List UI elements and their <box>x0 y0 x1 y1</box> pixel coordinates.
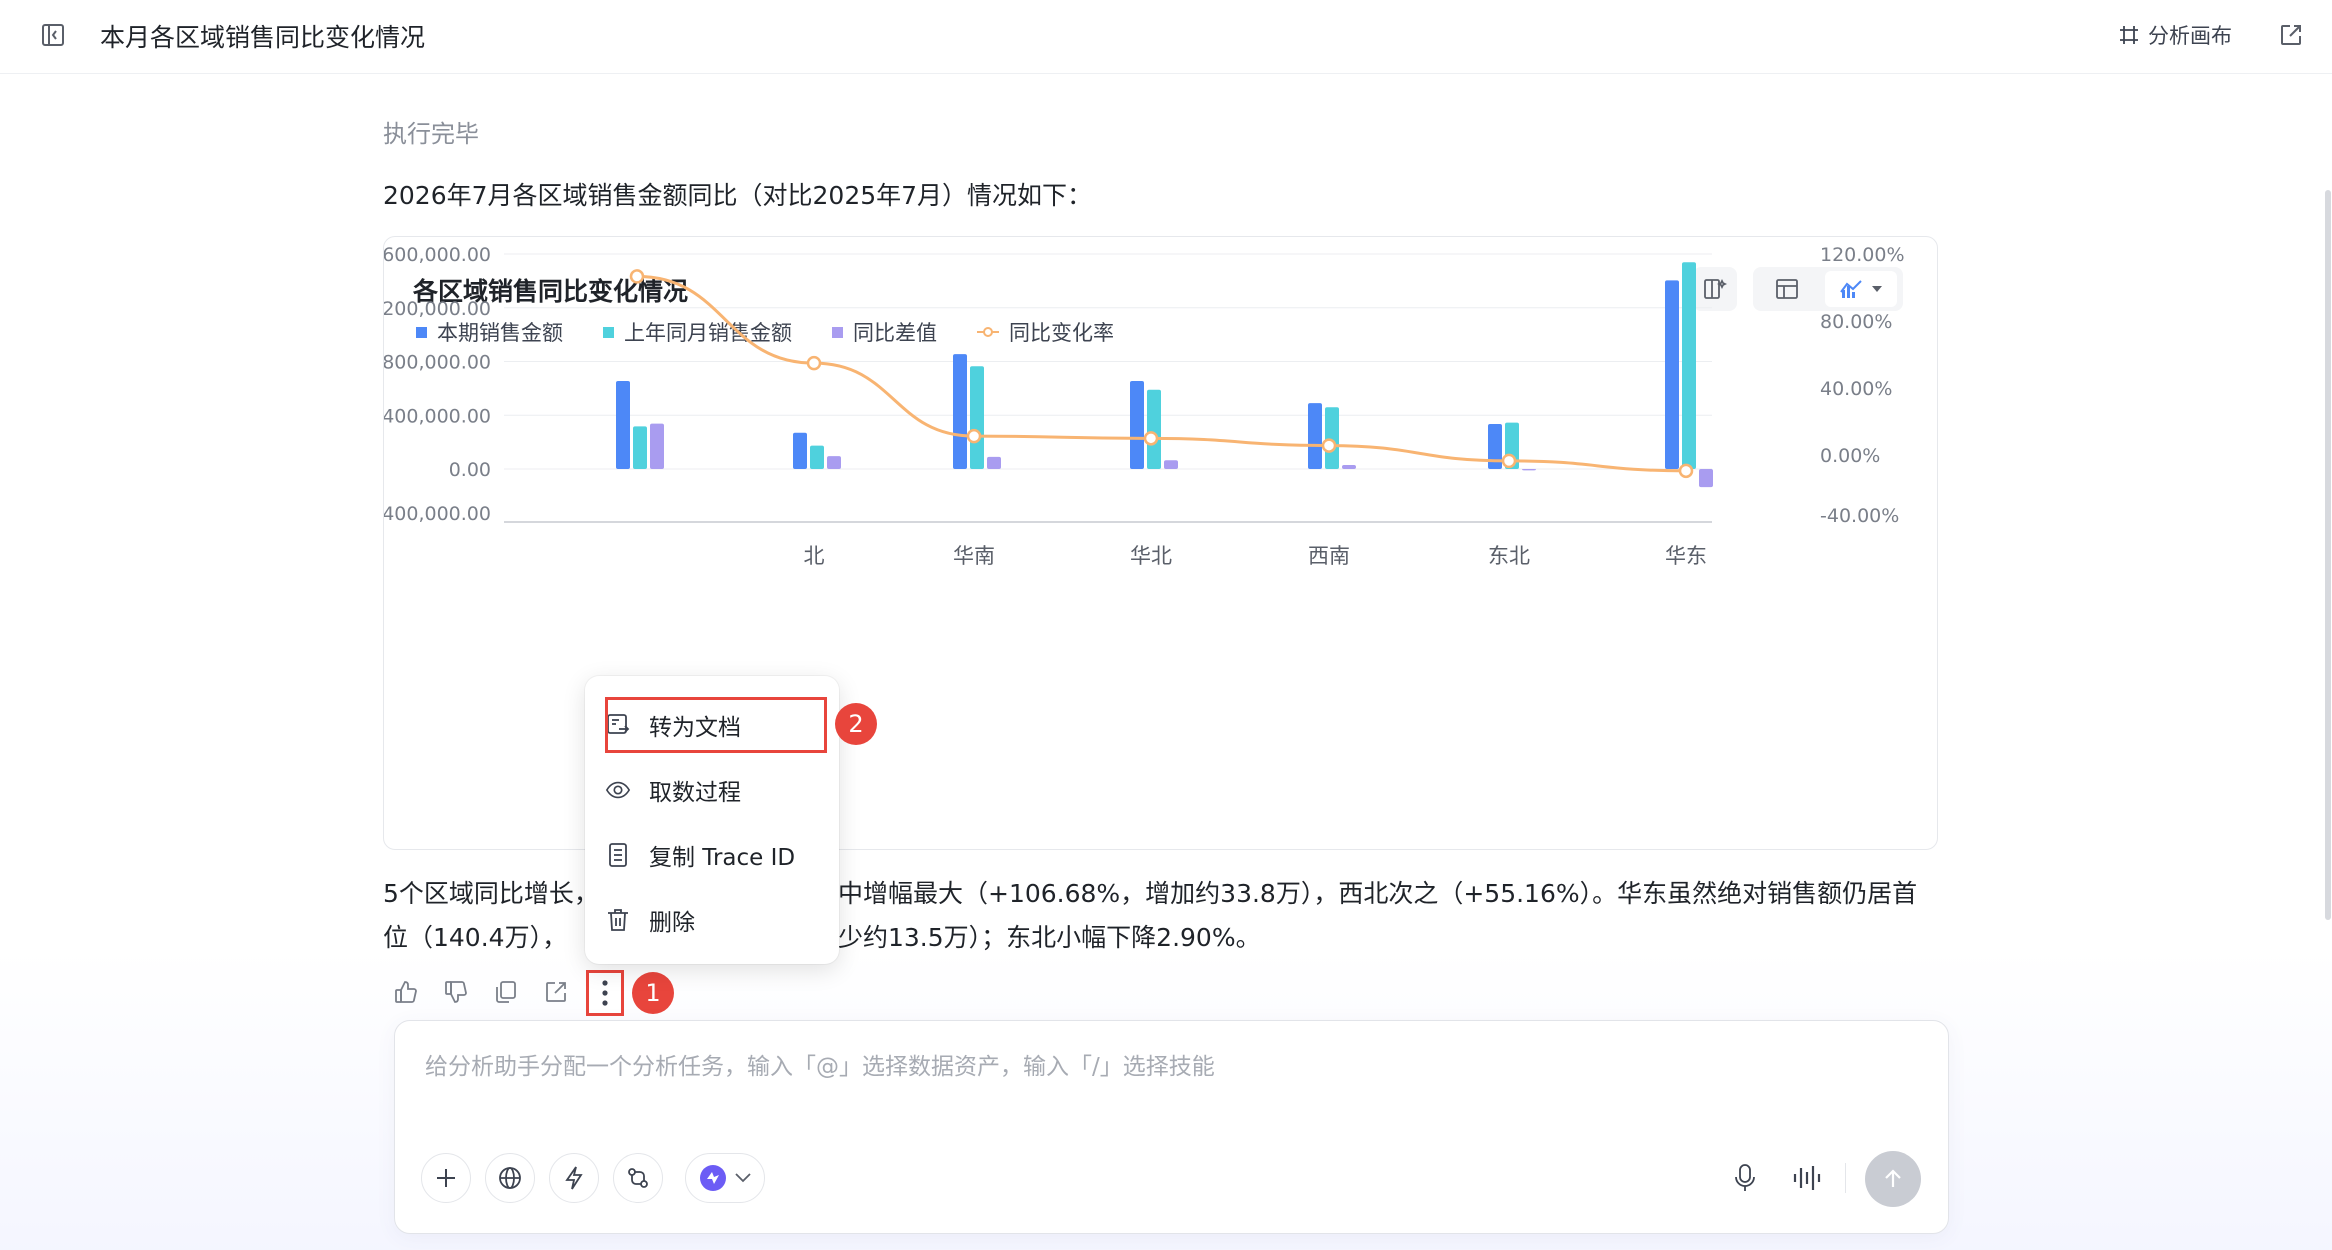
line-point <box>629 269 645 284</box>
analysis-canvas-label: 分析画布 <box>2148 24 2232 48</box>
menu-item-label: 删除 <box>649 910 695 936</box>
quick-action-button[interactable] <box>549 1153 599 1203</box>
y-tick-label-left: 800,000.00 <box>384 352 491 374</box>
menu-item-label: 复制 Trace ID <box>649 845 796 871</box>
bar <box>970 366 984 469</box>
eye-icon <box>605 777 631 803</box>
bar <box>1308 403 1322 469</box>
intro-text: 2026年7月各区域销售金额同比（对比2025年7月）情况如下： <box>383 181 1093 210</box>
message-actions <box>390 976 572 1008</box>
y-tick-label-right: 40.00% <box>1820 378 1892 400</box>
bar <box>1665 280 1679 469</box>
web-search-button[interactable] <box>485 1153 535 1203</box>
input-divider <box>1845 1163 1846 1193</box>
top-header: 本月各区域销售同比变化情况 分析画布 <box>0 0 2332 74</box>
x-tick-label: 北 <box>804 544 825 568</box>
x-tick-label: 华北 <box>1130 544 1172 568</box>
line-point <box>966 428 982 444</box>
bar <box>1164 460 1178 469</box>
canvas-icon <box>2120 26 2138 44</box>
bar <box>810 445 824 469</box>
lightning-icon <box>565 1166 583 1190</box>
globe-icon <box>499 1167 521 1189</box>
x-tick-label: 华南 <box>953 544 995 568</box>
step-badge-1: 1 <box>632 972 674 1014</box>
page-title: 本月各区域销售同比变化情况 <box>100 23 426 52</box>
bar <box>1147 389 1161 469</box>
bar <box>1699 469 1713 488</box>
step-badge-2: 2 <box>835 703 877 745</box>
line-point <box>1678 463 1694 479</box>
model-logo-icon <box>700 1165 726 1191</box>
bar <box>633 426 647 469</box>
voice-wave-icon[interactable] <box>1788 1158 1828 1198</box>
x-tick-label: 华东 <box>1665 544 1707 568</box>
bar <box>1130 380 1144 469</box>
copy-list-icon <box>605 842 631 868</box>
bar <box>953 354 967 469</box>
line-point <box>806 355 822 371</box>
copy-icon[interactable] <box>490 976 522 1008</box>
bar <box>1325 407 1339 469</box>
thumbs-up-icon[interactable] <box>390 976 422 1008</box>
chat-input[interactable]: 给分析助手分配一个分析任务，输入「@」选择数据资产，输入「/」选择技能 <box>425 1047 1215 1081</box>
bar <box>1342 464 1356 469</box>
analysis-line1-right: 中增幅最大（+106.68%，增加约33.8万），西北次之（+55.16%）。华… <box>838 879 1918 908</box>
y-tick-label-right: 80.00% <box>1820 311 1892 333</box>
bar <box>793 432 807 469</box>
bar <box>650 423 664 469</box>
microphone-icon[interactable] <box>1725 1158 1765 1198</box>
analysis-canvas-button[interactable]: 分析画布 <box>2118 20 2232 50</box>
x-tick-label: 西南 <box>1308 544 1350 568</box>
plus-icon <box>437 1169 455 1187</box>
bar <box>1682 262 1696 469</box>
menu-item-label: 取数过程 <box>649 780 741 806</box>
menu-item-delete[interactable]: 删除 <box>605 892 819 948</box>
chevron-down-icon <box>735 1173 751 1183</box>
workflow-button[interactable] <box>613 1153 663 1203</box>
share-icon[interactable] <box>540 976 572 1008</box>
y-tick-label-right: -40.00% <box>1820 505 1899 527</box>
menu-item-fetch-process[interactable]: 取数过程 <box>605 762 819 818</box>
bar <box>827 456 841 469</box>
y-tick-label-right: 0.00% <box>1820 445 1880 467</box>
y-tick-label-left: -400,000.00 <box>384 503 491 525</box>
line-point <box>1321 438 1337 453</box>
sidebar-toggle-icon[interactable] <box>38 20 68 50</box>
analysis-line2-right: 少约13.5万）；东北小幅下降2.90%。 <box>838 923 1261 952</box>
bar <box>1522 469 1536 471</box>
trash-icon <box>605 907 631 933</box>
x-tick-label: 东北 <box>1488 544 1530 568</box>
page-scrollbar[interactable] <box>2325 190 2331 920</box>
chat-input-box: 给分析助手分配一个分析任务，输入「@」选择数据资产，输入「/」选择技能 <box>394 1020 1949 1234</box>
menu-highlight-box <box>605 697 827 753</box>
analysis-line1-left: 5个区域同比增长， <box>383 879 599 908</box>
bar <box>987 456 1001 469</box>
y-tick-label-left: 1,600,000.00 <box>384 244 491 266</box>
model-selector[interactable] <box>685 1153 765 1203</box>
thumbs-down-icon[interactable] <box>440 976 472 1008</box>
execution-status: 执行完毕 <box>383 120 479 148</box>
add-button[interactable] <box>421 1153 471 1203</box>
send-button[interactable] <box>1865 1151 1921 1207</box>
y-tick-label-left: 1,200,000.00 <box>384 298 491 320</box>
menu-item-copy-trace-id[interactable]: 复制 Trace ID <box>605 827 819 883</box>
workflow-icon <box>628 1168 648 1188</box>
analysis-line2-left: 位（140.4万）， <box>383 923 568 952</box>
line-point <box>1501 453 1517 469</box>
y-tick-label-right: 120.00% <box>1820 244 1905 266</box>
y-tick-label-left: 400,000.00 <box>384 405 491 427</box>
line-point <box>1143 431 1159 446</box>
bar <box>616 380 630 469</box>
more-options-button[interactable] <box>586 970 624 1016</box>
open-external-icon[interactable] <box>2276 20 2306 50</box>
arrow-up-icon <box>1885 1169 1901 1187</box>
more-vertical-icon <box>602 980 608 1006</box>
y-tick-label-left: 0.00 <box>449 459 491 481</box>
